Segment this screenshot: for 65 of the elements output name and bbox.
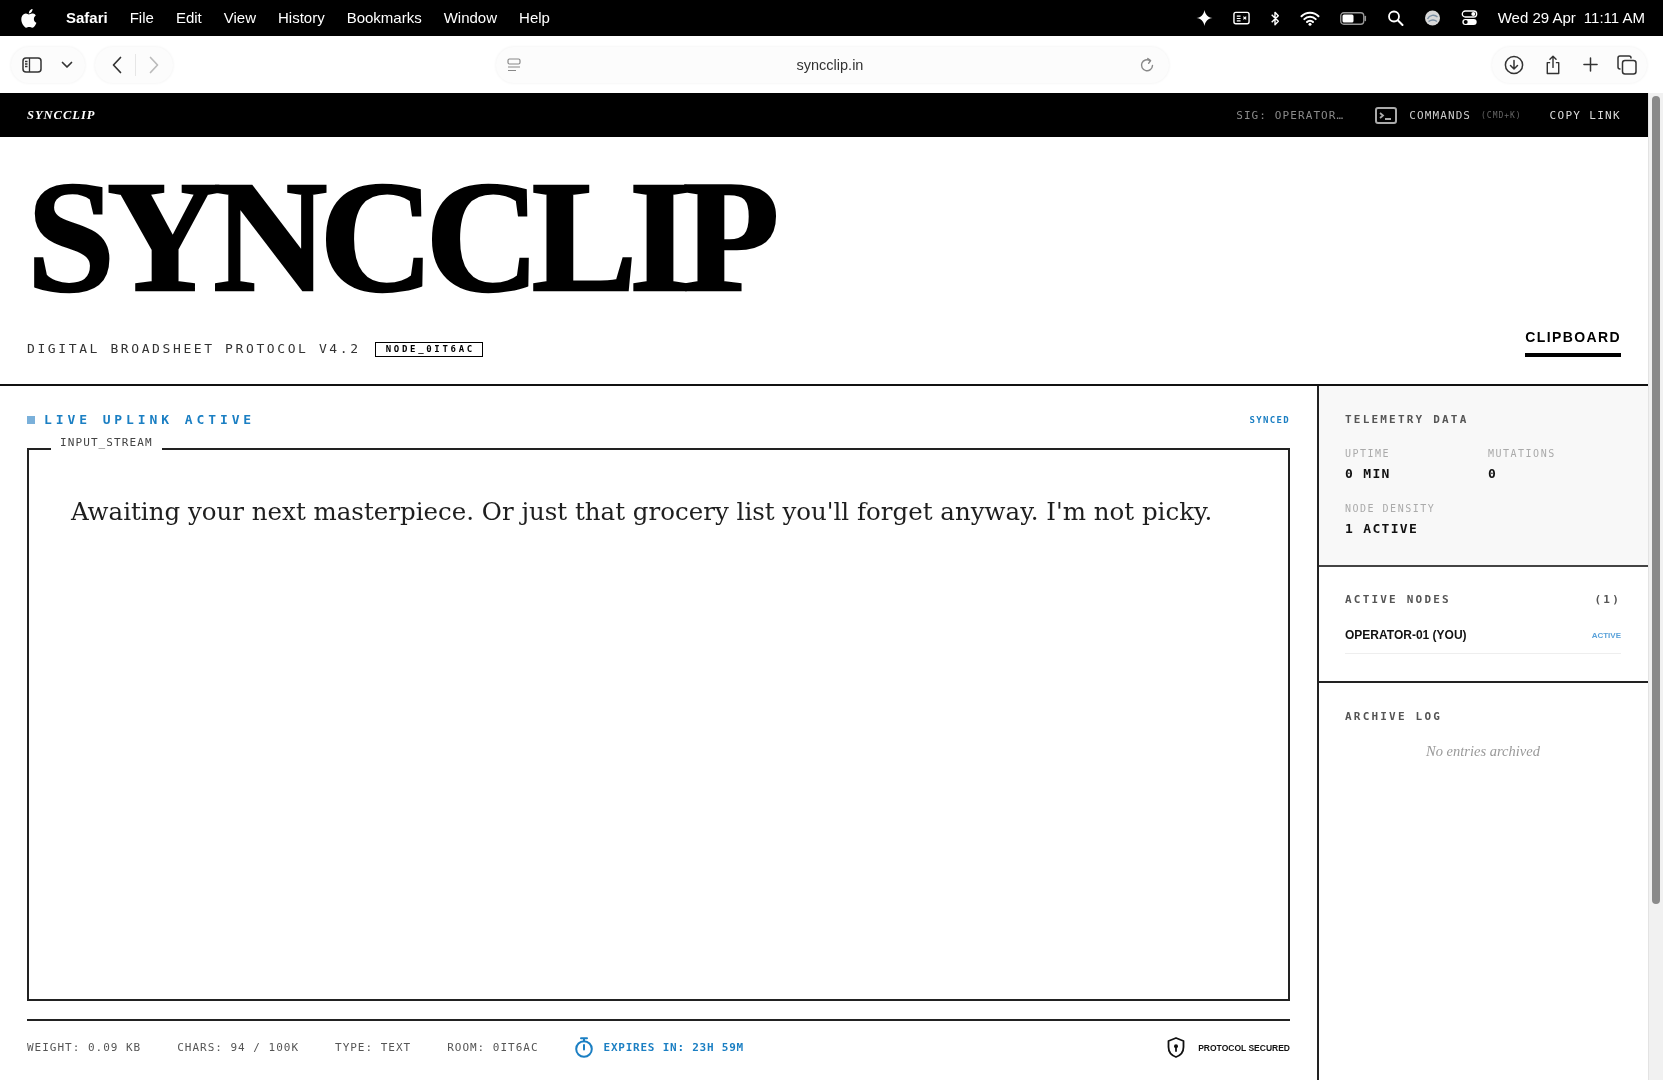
- menu-item[interactable]: View: [223, 9, 256, 27]
- reload-icon[interactable]: [1139, 56, 1155, 73]
- metric-value: 0 MIN: [1345, 466, 1392, 482]
- sync-status-text: SYNCED: [1249, 415, 1290, 425]
- shield-icon: [1167, 1037, 1186, 1058]
- battery-icon[interactable]: [1339, 11, 1367, 25]
- scrollbar-thumb[interactable]: [1652, 96, 1660, 904]
- bluetooth-icon[interactable]: [1269, 9, 1280, 27]
- panel-heading: TELEMETRY DATA: [1345, 413, 1470, 427]
- metric-value: 1 ACTIVE: [1345, 521, 1419, 537]
- wifi-icon[interactable]: [1299, 10, 1320, 26]
- stopwatch-icon: [574, 1037, 593, 1058]
- menu-bar-time[interactable]: 11:11 AM: [1583, 9, 1645, 27]
- menu-item[interactable]: Edit: [175, 9, 202, 27]
- stat-text: CHARS: 94 / 100K: [177, 1040, 299, 1055]
- screen-icon[interactable]: [1232, 10, 1250, 26]
- stat-text: ROOM: 0IT6AC: [447, 1040, 539, 1055]
- metric-label: NODE DENSITY: [1345, 502, 1437, 515]
- panel-heading: ACTIVE NODES: [1345, 593, 1451, 607]
- security-status-text: PROTOCOL SECURED: [1198, 1042, 1290, 1053]
- stat-text: TYPE: TEXT: [335, 1040, 412, 1055]
- masthead-title: SYNCCLIP: [27, 158, 773, 316]
- back-icon[interactable]: [112, 55, 122, 74]
- node-id-badge: NODE_0IT6AC: [374, 341, 483, 357]
- brand-logo[interactable]: SYNCCLIP: [27, 107, 96, 123]
- node-status: ACTIVE: [1591, 630, 1621, 640]
- page-icon[interactable]: [507, 57, 521, 72]
- node-count: (1): [1594, 593, 1621, 607]
- metric-value: 0: [1488, 466, 1499, 482]
- sidebar-icon[interactable]: [22, 56, 42, 73]
- search-icon[interactable]: [1386, 10, 1404, 26]
- apple-logo-icon[interactable]: [21, 8, 37, 28]
- copy-link-button[interactable]: COPY LINK: [1549, 108, 1621, 122]
- chevron-down-icon[interactable]: [61, 60, 73, 69]
- live-status-text: LIVE UPLINK ACTIVE: [44, 412, 256, 428]
- sparkle-icon[interactable]: [1195, 10, 1213, 26]
- toggles-icon[interactable]: [1460, 10, 1478, 26]
- status-square-icon: [27, 416, 35, 424]
- panel-heading: ARCHIVE LOG: [1345, 710, 1444, 724]
- menu-item[interactable]: Help: [519, 9, 550, 27]
- terminal-icon: [1375, 106, 1398, 124]
- empty-archive-message: No entries archived: [1426, 742, 1540, 760]
- metric-label: UPTIME: [1345, 447, 1392, 460]
- scrollbar[interactable]: [1648, 93, 1663, 1080]
- tab[interactable]: CLIPBOARD: [1525, 329, 1621, 357]
- metric-label: MUTATIONS: [1488, 447, 1557, 460]
- menu-item[interactable]: Bookmarks: [346, 9, 422, 27]
- address-bar[interactable]: syncclip.in: [496, 46, 1169, 83]
- commands-button[interactable]: COMMANDS (CMD+K): [1375, 106, 1522, 124]
- app-menu[interactable]: Safari: [66, 9, 108, 27]
- expiry-text: EXPIRES IN: 23H 59M: [603, 1040, 744, 1055]
- text-input-field[interactable]: Awaiting your next masterpiece. Or just that grocery list you'll forget anyway. I'm not picky.: [27, 448, 1290, 1001]
- tabs-icon[interactable]: [1617, 54, 1637, 75]
- field-label: INPUT_STREAM: [51, 436, 162, 450]
- menu-bar-date[interactable]: Wed 29 Apr: [1497, 9, 1576, 27]
- stat-text: WEIGHT: 0.09 KB: [27, 1040, 142, 1055]
- node-name: OPERATOR-01 (YOU): [1345, 627, 1467, 643]
- swirl-icon[interactable]: [1423, 10, 1441, 26]
- signature-text: SIG: OPERATOR…: [1236, 108, 1345, 122]
- download-icon[interactable]: [1504, 54, 1524, 75]
- menu-item[interactable]: File: [129, 9, 154, 27]
- plus-icon[interactable]: [1582, 57, 1598, 72]
- subtitle-text: DIGITAL BROADSHEET PROTOCOL V4.2: [27, 341, 361, 357]
- menu-item[interactable]: History: [278, 9, 325, 27]
- menu-item[interactable]: Window: [443, 9, 498, 27]
